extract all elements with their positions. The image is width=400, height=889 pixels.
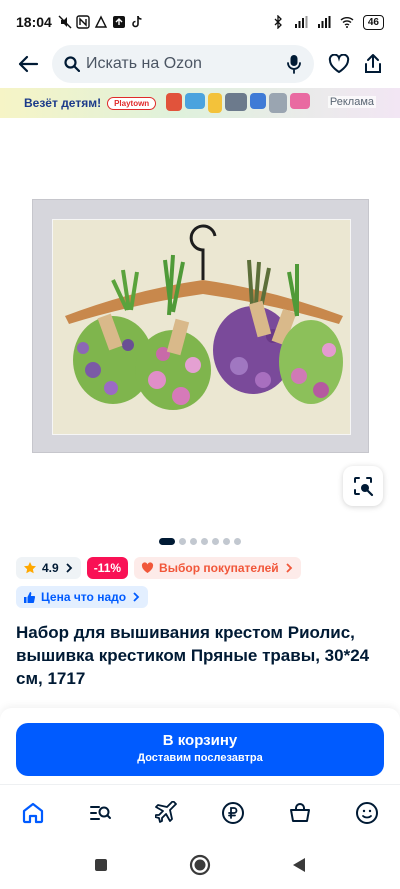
signal-icon-2 [317,16,331,28]
ad-text: Везёт детям! [24,96,102,110]
pagination-dot[interactable] [223,537,230,545]
arrow-left-icon [18,55,39,73]
herbs-embroidery-illustration [65,224,343,410]
catalog-icon [89,805,111,820]
search-input[interactable]: Искать на Ozon [52,45,314,83]
finance-icon [222,801,245,824]
rating-value: 4.9 [42,561,59,575]
ad-banner[interactable]: Везёт детям! Playtown Реклама [0,88,400,118]
star-icon [24,562,36,574]
nav-travel[interactable] [145,791,189,835]
battery-indicator: 46 [362,14,384,30]
share-button[interactable] [356,45,390,83]
ad-toys-image [166,93,311,113]
home-icon [23,802,44,823]
delivery-label: Доставим послезавтра [137,752,263,764]
buyers-choice-badge[interactable]: Выбор покупателей [134,557,301,579]
buyers-choice-label: Выбор покупателей [159,561,279,575]
nav-home[interactable] [11,791,55,835]
profile-icon [355,801,378,824]
nav-finance[interactable] [211,791,255,835]
share-icon [365,54,381,73]
search-header: Искать на Ozon [0,44,400,84]
product-gallery[interactable] [0,118,400,530]
cart-panel: В корзину Доставим послезавтра [0,708,400,784]
app-icon [94,15,107,28]
rating-badge[interactable]: 4.9 [16,557,81,579]
thumbs-up-icon [24,591,36,603]
signal-icon [294,16,308,28]
bottom-navigation [0,784,400,840]
pagination-dot[interactable] [234,537,241,545]
travel-icon [154,800,177,823]
chevron-right-icon [66,563,72,573]
cart-button-label: В корзину [162,732,238,749]
product-image[interactable] [32,199,369,453]
ad-brand-logo: Playtown [107,96,157,110]
search-placeholder: Искать на Ozon [86,55,202,72]
heart-icon [328,54,350,74]
price-badge[interactable]: Цена что надо [16,586,149,608]
cart-icon [289,802,310,822]
search-icon [64,56,80,72]
mute-icon [58,15,72,29]
heart-icon [141,562,154,573]
status-time: 18:04 [16,14,52,30]
badges-row: 4.9 -11% Выбор покупателей [16,557,301,579]
visual-search-button[interactable] [343,466,383,506]
price-badge-row: Цена что надо [16,586,149,608]
bluetooth-icon [274,15,282,29]
pagination-dot[interactable] [179,537,186,545]
pagination-dot[interactable] [159,537,175,545]
ad-label: Реклама [327,96,376,108]
lens-search-icon [354,477,374,497]
product-title: Набор для вышивания крестом Риолис, выши… [16,623,370,688]
chevron-right-icon [133,592,140,602]
back-triangle-icon[interactable] [291,856,307,874]
status-bar: 18:04 46 [0,0,400,44]
gallery-pagination[interactable] [0,536,400,546]
recent-apps-icon[interactable] [93,857,109,873]
wifi-icon [340,17,354,28]
home-button-icon[interactable] [189,854,211,876]
upload-icon [112,16,125,28]
system-navigation [0,840,400,889]
favorites-button[interactable] [322,45,356,83]
discount-badge: -11% [86,557,129,579]
back-button[interactable] [8,44,48,84]
pagination-dot[interactable] [201,537,208,545]
add-to-cart-button[interactable]: В корзину Доставим послезавтра [16,723,384,776]
nav-catalog[interactable] [78,791,122,835]
n-app-icon [76,15,90,29]
chevron-right-icon [285,563,292,573]
embroidery-picture [52,219,351,435]
pagination-dot[interactable] [190,537,197,545]
tiktok-icon [132,15,142,28]
nav-cart[interactable] [278,791,322,835]
pagination-dot[interactable] [212,537,219,545]
nav-profile[interactable] [345,791,389,835]
price-badge-label: Цена что надо [41,590,127,604]
microphone-icon[interactable] [286,54,302,74]
